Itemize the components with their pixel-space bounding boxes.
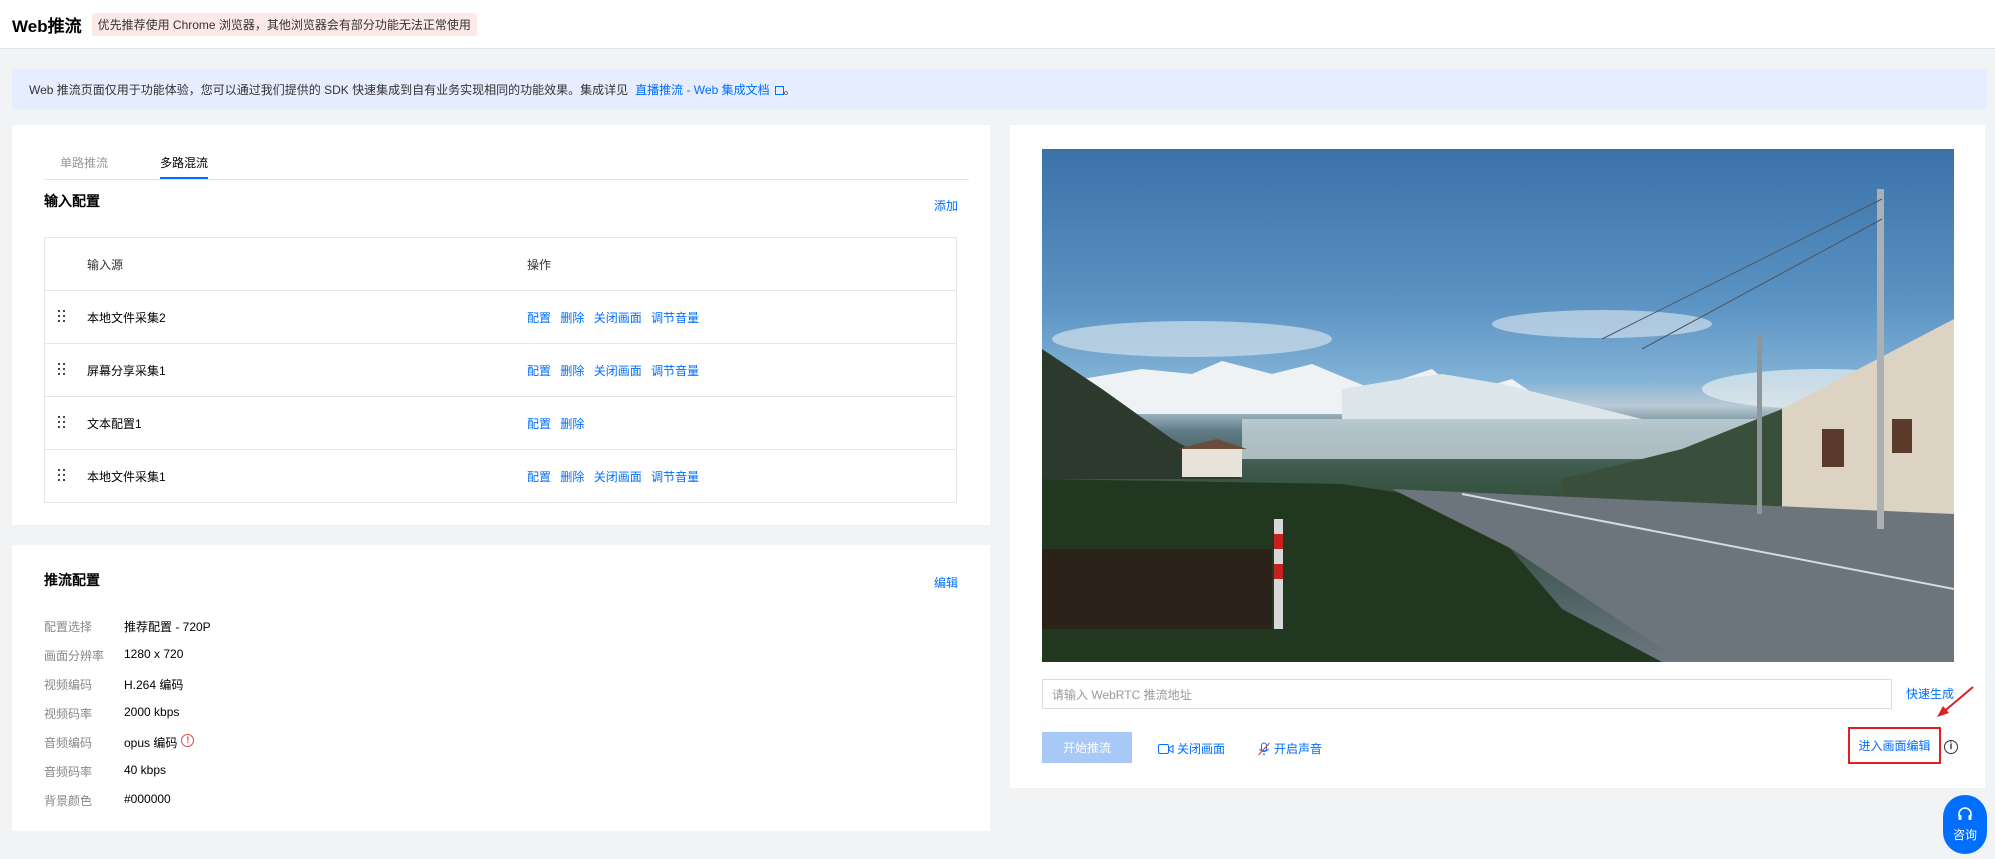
add-input-button[interactable]: 添加 <box>934 197 958 214</box>
open-audio-toggle[interactable]: 开启声音 <box>1257 740 1322 757</box>
row-actions: 配置 删除 <box>527 415 590 432</box>
delete-button[interactable]: 删除 <box>560 417 584 431</box>
source-name: 屏幕分享采集1 <box>87 364 166 378</box>
notice-suffix: 。 <box>783 82 796 97</box>
open-audio-label: 开启声音 <box>1274 742 1323 756</box>
headset-icon <box>1958 806 1972 820</box>
adjust-volume-button[interactable]: 调节音量 <box>651 311 699 325</box>
drag-handle-icon[interactable] <box>58 363 67 377</box>
push-config-title: 推流配置 <box>44 572 100 588</box>
config-item: 视频码率 2000 kbps <box>44 705 180 721</box>
table-header-row: 输入源 操作 <box>45 238 956 290</box>
input-source-table: 输入源 操作 本地文件采集2 配置 删除 关闭画面 调节音量 屏幕分享采集1 配… <box>44 237 957 503</box>
consult-label: 咨询 <box>1952 827 1977 842</box>
source-name: 本地文件采集1 <box>87 470 166 484</box>
config-button[interactable]: 配置 <box>527 417 551 431</box>
config-item: 音频码率 40 kbps <box>44 763 167 779</box>
config-item: 背景颜色 #000000 <box>44 792 171 808</box>
table-row: 屏幕分享采集1 配置 删除 关闭画面 调节音量 <box>45 343 956 396</box>
source-name: 本地文件采集2 <box>87 311 166 325</box>
delete-button[interactable]: 删除 <box>560 364 584 378</box>
config-item: 配置选择 推荐配置 - 720P <box>44 620 211 634</box>
tab-multi-mix[interactable]: 多路混流 <box>160 154 209 179</box>
config-item: 画面分辨率 1280 x 720 <box>44 647 184 663</box>
row-actions: 配置 删除 关闭画面 调节音量 <box>527 468 705 485</box>
webrtc-url-input[interactable]: 请输入 WebRTC 推流地址 <box>1042 679 1892 709</box>
delete-button[interactable]: 删除 <box>560 311 584 325</box>
source-name: 文本配置1 <box>87 417 142 431</box>
row-actions: 配置 删除 关闭画面 调节音量 <box>527 309 705 326</box>
row-actions: 配置 删除 关闭画面 调节音量 <box>527 362 705 379</box>
tab-single-push[interactable]: 单路推流 <box>60 154 108 177</box>
close-video-button[interactable]: 关闭画面 <box>594 470 642 484</box>
close-video-label: 关闭画面 <box>1177 742 1226 756</box>
config-button[interactable]: 配置 <box>527 470 551 484</box>
edit-push-config-button[interactable]: 编辑 <box>934 574 958 591</box>
adjust-volume-button[interactable]: 调节音量 <box>651 364 699 378</box>
browser-tip-badge: 优先推荐使用 Chrome 浏览器，其他浏览器会有部分功能无法正常使用 <box>91 12 477 36</box>
config-item: 音频编码 opus 编码! <box>44 734 195 751</box>
config-button[interactable]: 配置 <box>527 311 551 325</box>
close-video-toggle[interactable]: 关闭画面 <box>1158 740 1225 757</box>
config-item: 视频编码 H.264 编码 <box>44 678 184 692</box>
integration-doc-link[interactable]: 直播推流 - Web 集成文档 <box>635 81 769 98</box>
push-config-panel: 推流配置 编辑 配置选择 推荐配置 - 720P 画面分辨率 1280 x 720 … <box>12 545 990 831</box>
page-header: Web推流 优先推荐使用 Chrome 浏览器，其他浏览器会有部分功能无法正常使… <box>0 0 1995 49</box>
column-header-source: 输入源 <box>87 258 124 272</box>
notice-text: Web 推流页面仅用于功能体验，您可以通过我们提供的 SDK 快速集成到自有业务… <box>29 82 629 97</box>
drag-handle-icon[interactable] <box>58 469 67 483</box>
table-row: 本地文件采集1 配置 删除 关闭画面 调节音量 <box>45 449 956 502</box>
annotation-arrow-icon <box>1937 686 1974 717</box>
table-row: 文本配置1 配置 删除 <box>45 396 956 449</box>
preview-panel: 请输入 WebRTC 推流地址 快速生成 开始推流 关闭画面 开启声音 进入画面… <box>1010 125 1985 788</box>
start-push-button[interactable]: 开始推流 <box>1042 732 1132 763</box>
camera-icon <box>1158 743 1174 754</box>
warning-icon[interactable]: ! <box>181 734 195 747</box>
config-button[interactable]: 配置 <box>527 364 551 378</box>
delete-button[interactable]: 删除 <box>560 470 584 484</box>
external-link-icon <box>774 85 784 95</box>
table-row: 本地文件采集2 配置 删除 关闭画面 调节音量 <box>45 290 956 343</box>
column-header-actions: 操作 <box>527 258 552 272</box>
input-config-panel: 单路推流 多路混流 输入配置 添加 输入源 操作 本地文件采集2 配置 删除 关… <box>12 125 990 525</box>
input-config-title: 输入配置 <box>44 193 100 209</box>
page-title: Web推流 <box>12 16 82 36</box>
drag-handle-icon[interactable] <box>58 310 67 324</box>
info-icon[interactable]: i <box>1944 740 1958 754</box>
enter-edit-button[interactable]: 进入画面编辑 <box>1848 727 1941 764</box>
notice-bar: Web 推流页面仅用于功能体验，您可以通过我们提供的 SDK 快速集成到自有业务… <box>12 69 1987 109</box>
push-mode-tabs: 单路推流 多路混流 <box>44 144 969 180</box>
consult-button[interactable]: 咨询 <box>1943 795 1987 854</box>
adjust-volume-button[interactable]: 调节音量 <box>651 470 699 484</box>
video-preview <box>1042 149 1954 662</box>
url-placeholder: 请输入 WebRTC 推流地址 <box>1052 687 1192 702</box>
close-video-button[interactable]: 关闭画面 <box>594 364 642 378</box>
drag-handle-icon[interactable] <box>58 416 67 430</box>
mic-muted-icon <box>1258 742 1270 755</box>
close-video-button[interactable]: 关闭画面 <box>594 311 642 325</box>
